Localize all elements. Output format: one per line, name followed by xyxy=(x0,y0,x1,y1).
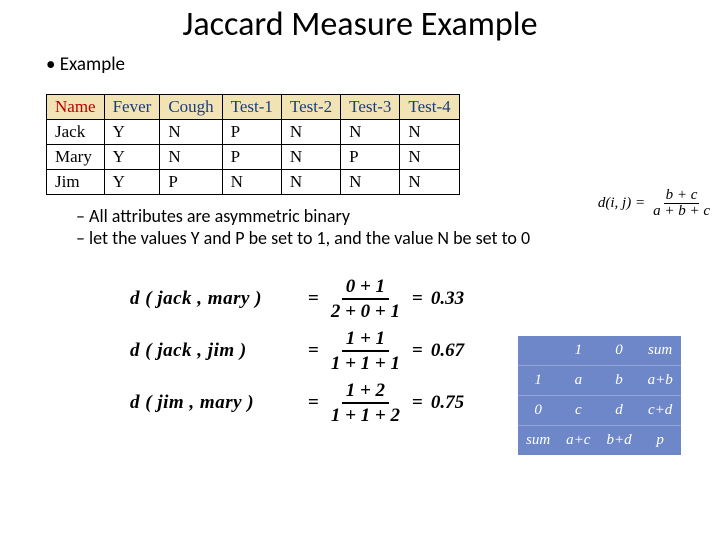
cm-cell: b xyxy=(598,366,639,396)
col-cough: Cough xyxy=(160,95,222,120)
cm-cell: b+d xyxy=(598,426,639,456)
cell: P xyxy=(341,145,400,170)
eq-den: 1 + 1 + 2 xyxy=(327,404,404,425)
cell: Y xyxy=(104,120,160,145)
cm-cell: 0 xyxy=(518,396,558,426)
eq-num: 0 + 1 xyxy=(342,277,389,300)
col-name: Name xyxy=(47,95,105,120)
equals-sign: = xyxy=(304,288,323,310)
col-test2: Test-2 xyxy=(281,95,340,120)
cell: Y xyxy=(104,170,160,195)
formula-denominator: a + b + c xyxy=(651,204,712,219)
eq-num: 1 + 1 xyxy=(342,329,389,352)
cell: N xyxy=(400,120,459,145)
cm-cell: a+b xyxy=(640,366,681,396)
cell: Jack xyxy=(47,120,105,145)
cm-cell: c+d xyxy=(640,396,681,426)
page-title: Jaccard Measure Example xyxy=(0,4,720,45)
eq-den: 1 + 1 + 1 xyxy=(327,352,404,373)
cm-cell: 1 xyxy=(558,336,598,366)
cm-cell: a xyxy=(558,366,598,396)
confusion-matrix: 1 0 sum 1 a b a+b 0 c d c+d sum a+c b+d … xyxy=(518,336,681,455)
col-test3: Test-3 xyxy=(341,95,400,120)
cell: N xyxy=(341,170,400,195)
sub-bullet: let the values Y and P be set to 1, and … xyxy=(76,227,720,249)
cm-cell: sum xyxy=(640,336,681,366)
cm-cell: sum xyxy=(518,426,558,456)
table-row: Jim Y P N N N N xyxy=(47,170,460,195)
eq-result: 0.33 xyxy=(431,288,464,310)
equation-row: d ( jack , mary ) = 0 + 1 2 + 0 + 1 = 0.… xyxy=(130,277,720,321)
formula-lhs: d(i, j) = xyxy=(598,195,645,212)
table-row: Mary Y N P N P N xyxy=(47,145,460,170)
cell: P xyxy=(222,120,281,145)
eq-den: 2 + 0 + 1 xyxy=(327,300,404,321)
col-fever: Fever xyxy=(104,95,160,120)
cm-cell: a+c xyxy=(558,426,598,456)
cell: N xyxy=(222,170,281,195)
formula-numerator: b + c xyxy=(664,188,700,204)
equals-sign: = xyxy=(304,340,323,362)
eq-result: 0.67 xyxy=(431,340,464,362)
equals-sign: = xyxy=(304,392,323,414)
eq-lhs: d ( jack , jim ) xyxy=(130,340,304,362)
col-test1: Test-1 xyxy=(222,95,281,120)
cell: Y xyxy=(104,145,160,170)
cell: P xyxy=(160,170,222,195)
table-row: Jack Y N P N N N xyxy=(47,120,460,145)
cell: N xyxy=(160,120,222,145)
cell: N xyxy=(400,145,459,170)
cm-cell xyxy=(518,336,558,366)
cm-cell: c xyxy=(558,396,598,426)
equals-sign: = xyxy=(408,288,427,310)
cell: Mary xyxy=(47,145,105,170)
eq-num: 1 + 2 xyxy=(342,381,389,404)
jaccard-formula: d(i, j) = b + c a + b + c xyxy=(598,188,712,219)
attribute-table: Name Fever Cough Test-1 Test-2 Test-3 Te… xyxy=(46,94,460,195)
bullet-example: Example xyxy=(46,53,720,76)
cm-cell: 0 xyxy=(598,336,639,366)
cell: N xyxy=(341,120,400,145)
cm-cell: d xyxy=(598,396,639,426)
table-header-row: Name Fever Cough Test-1 Test-2 Test-3 Te… xyxy=(47,95,460,120)
eq-result: 0.75 xyxy=(431,392,464,414)
col-test4: Test-4 xyxy=(400,95,459,120)
cell: P xyxy=(222,145,281,170)
eq-lhs: d ( jim , mary ) xyxy=(130,392,304,414)
eq-lhs: d ( jack , mary ) xyxy=(130,288,304,310)
equals-sign: = xyxy=(408,340,427,362)
cell: Jim xyxy=(47,170,105,195)
cell: N xyxy=(400,170,459,195)
cell: N xyxy=(281,170,340,195)
cell: N xyxy=(281,145,340,170)
cm-cell: p xyxy=(640,426,681,456)
cell: N xyxy=(160,145,222,170)
cm-cell: 1 xyxy=(518,366,558,396)
cell: N xyxy=(281,120,340,145)
equals-sign: = xyxy=(408,392,427,414)
